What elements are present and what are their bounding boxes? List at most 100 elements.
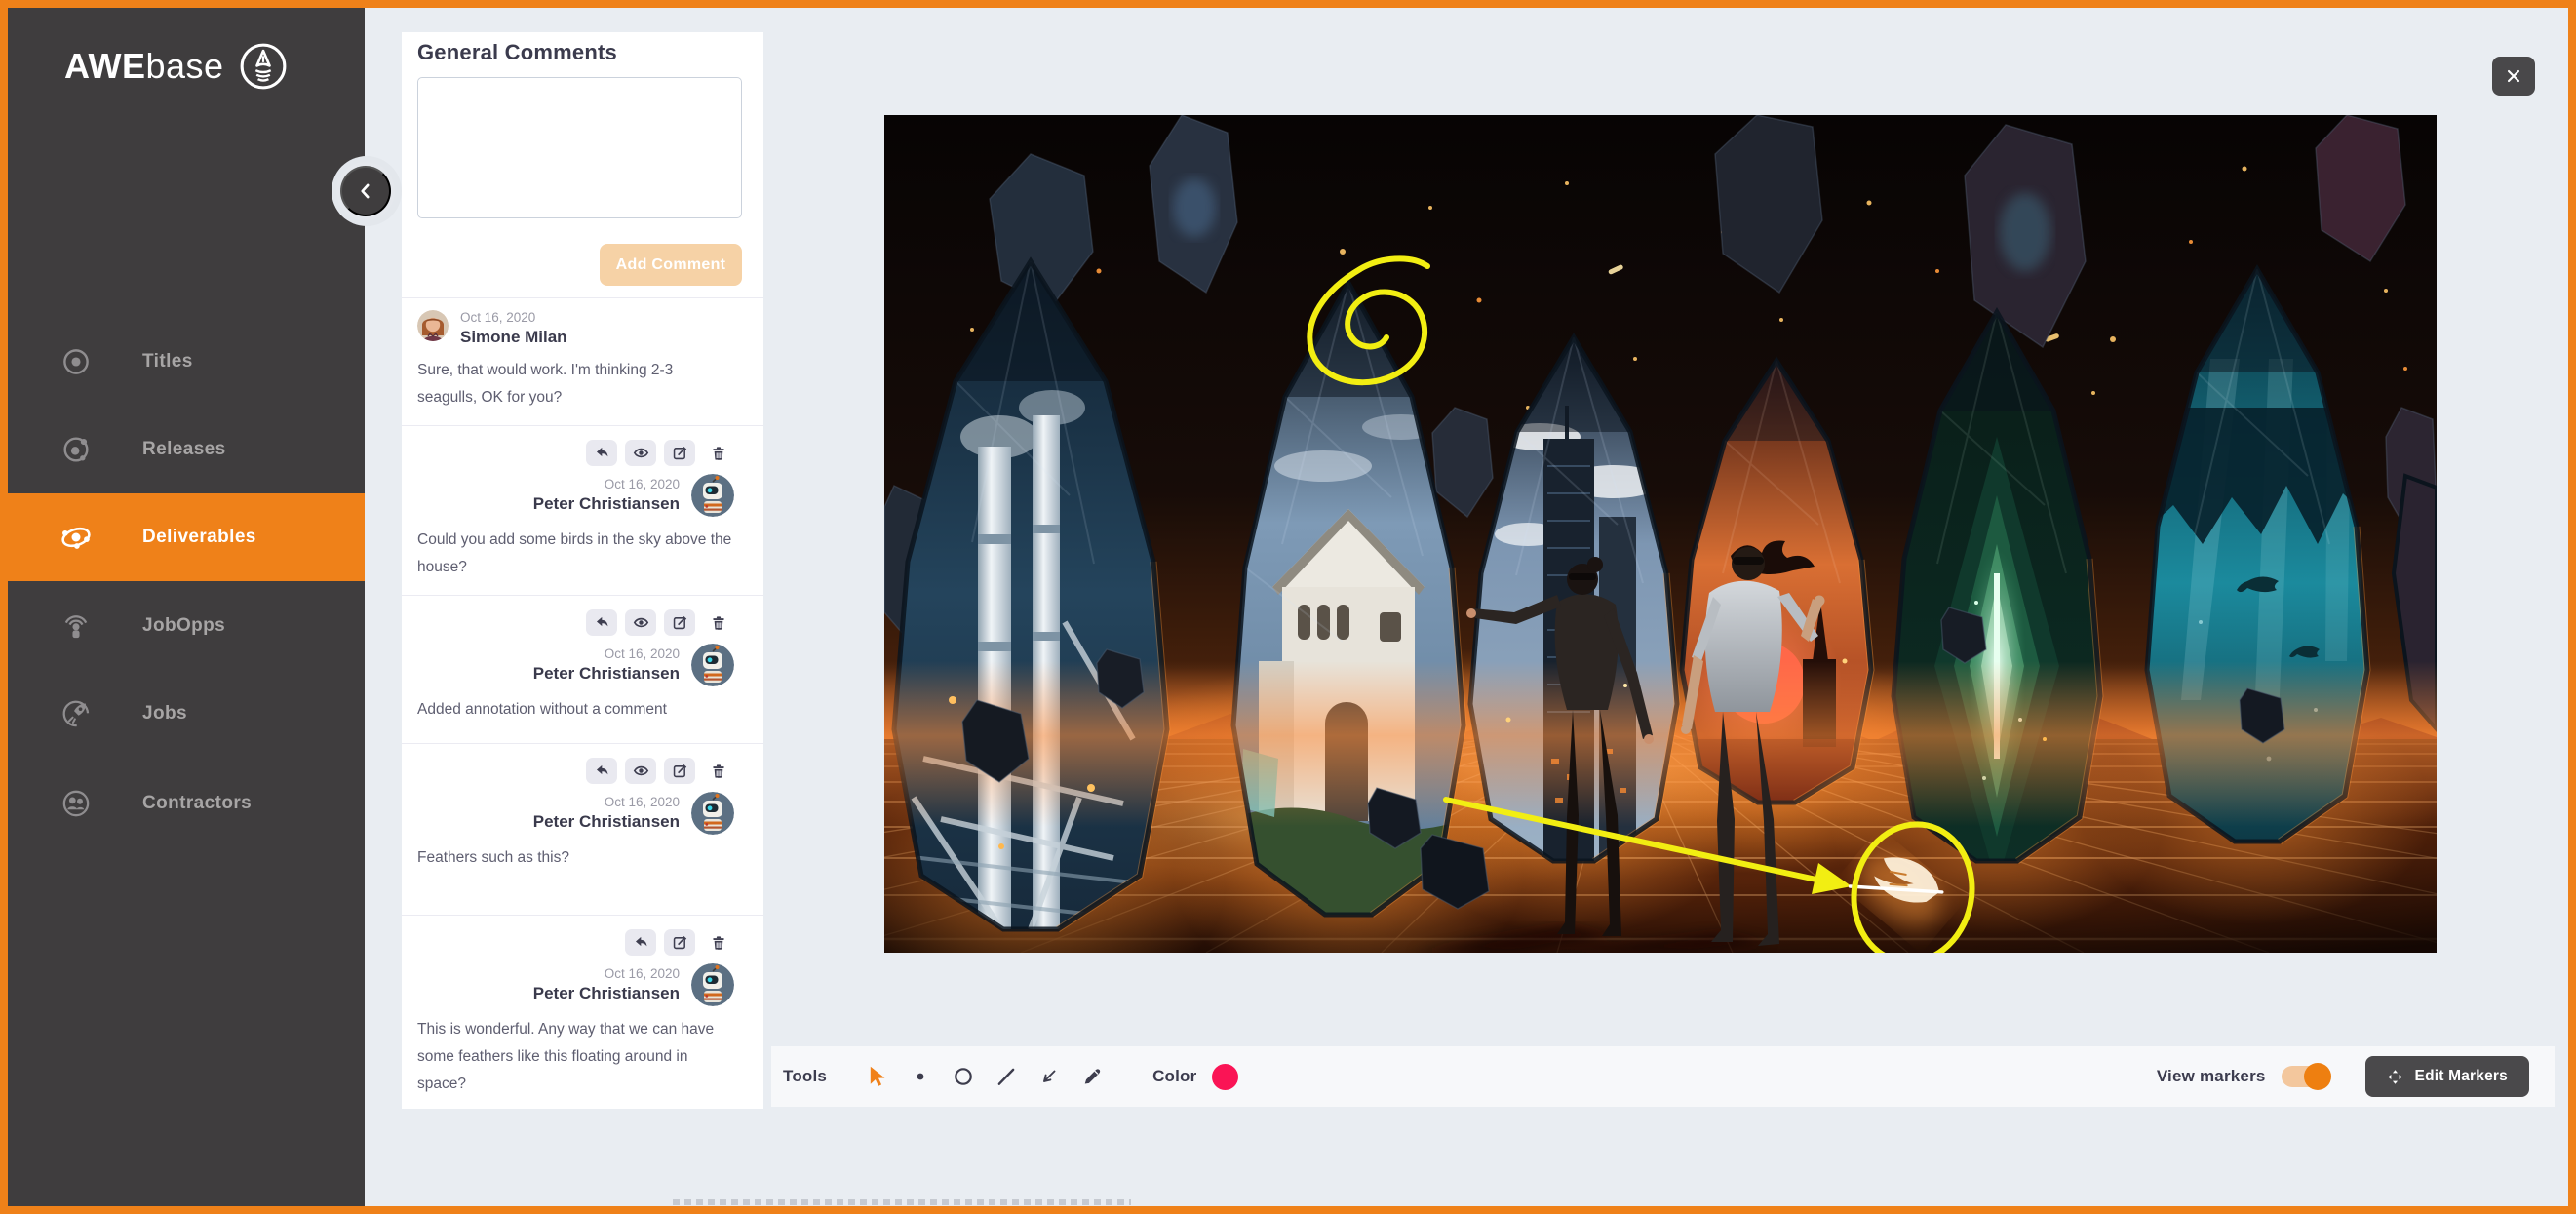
jobs-rocket-icon xyxy=(53,690,99,737)
delete-comment-button[interactable] xyxy=(703,609,734,636)
delete-comment-button[interactable] xyxy=(703,758,734,784)
tool-line-button[interactable] xyxy=(988,1058,1025,1095)
comment-text: Sure, that would work. I'm thinking 2-3 … xyxy=(417,357,734,411)
comment-text: Added annotation without a comment xyxy=(417,696,734,724)
comments-panel: General Comments Add Comment Oct 16, 202… xyxy=(402,32,763,1109)
trash-icon xyxy=(710,934,727,952)
comment-text: Feathers such as this? xyxy=(417,844,734,872)
comment-author: Peter Christiansen xyxy=(533,664,680,684)
tool-pencil-button[interactable] xyxy=(1073,1058,1111,1095)
reply-button[interactable] xyxy=(586,440,617,466)
pencil-icon xyxy=(1081,1066,1103,1087)
tool-dot-button[interactable] xyxy=(902,1058,939,1095)
comment-item: Oct 16, 2020 Simone Milan Sure, that wou… xyxy=(402,297,763,425)
view-annotation-button[interactable] xyxy=(625,609,656,636)
edit-markers-label: Edit Markers xyxy=(2415,1068,2508,1085)
sidebar-item-releases[interactable]: Releases xyxy=(8,406,365,493)
tool-cursor-button[interactable] xyxy=(859,1058,896,1095)
color-label: Color xyxy=(1152,1067,1196,1086)
sidebar-item-contractors[interactable]: Contractors xyxy=(8,760,365,847)
app-window: AWEbase Titles Releases Deliverables Job… xyxy=(0,0,2576,1214)
new-comment-input[interactable] xyxy=(417,77,742,218)
sidebar-item-label: Jobs xyxy=(142,703,187,724)
trash-icon xyxy=(710,614,727,632)
sidebar-item-jobopps[interactable]: JobOpps xyxy=(8,582,365,670)
comment-date: Oct 16, 2020 xyxy=(460,310,567,325)
sidebar-item-label: Releases xyxy=(142,439,226,460)
view-markers-toggle[interactable] xyxy=(2282,1066,2328,1087)
sidebar-item-jobs[interactable]: Jobs xyxy=(8,670,365,758)
sidebar-item-deliverables[interactable]: Deliverables xyxy=(8,493,365,581)
edit-icon xyxy=(672,445,688,461)
reply-icon xyxy=(594,614,610,631)
reply-icon xyxy=(633,934,649,951)
avatar-peter xyxy=(691,474,734,517)
sidebar: AWEbase Titles Releases Deliverables Job… xyxy=(8,8,365,1206)
eye-icon xyxy=(633,445,649,461)
reply-button[interactable] xyxy=(586,758,617,784)
reply-icon xyxy=(594,763,610,779)
brand-name: AWEbase xyxy=(64,46,224,87)
color-swatch-button[interactable] xyxy=(1212,1064,1238,1090)
comment-text: Could you add some birds in the sky abov… xyxy=(417,527,734,581)
cursor-icon xyxy=(866,1065,889,1088)
move-icon xyxy=(2387,1069,2403,1085)
line-icon xyxy=(995,1066,1017,1087)
delete-comment-button[interactable] xyxy=(703,929,734,956)
close-button[interactable] xyxy=(2492,57,2535,96)
toggle-knob xyxy=(2304,1063,2331,1090)
close-icon xyxy=(2504,66,2523,86)
sidebar-item-label: JobOpps xyxy=(142,615,225,637)
view-annotation-button[interactable] xyxy=(625,758,656,784)
comment-date: Oct 16, 2020 xyxy=(533,795,680,809)
edit-icon xyxy=(672,934,688,951)
tool-arrow-button[interactable] xyxy=(1031,1058,1068,1095)
edit-icon xyxy=(672,614,688,631)
view-annotation-button[interactable] xyxy=(625,440,656,466)
comment-date: Oct 16, 2020 xyxy=(533,966,680,981)
jobopps-icon xyxy=(53,603,99,649)
delete-comment-button[interactable] xyxy=(703,440,734,466)
deliverable-artwork-canvas[interactable] xyxy=(884,115,2437,953)
edit-comment-button[interactable] xyxy=(664,440,695,466)
comment-item: Oct 16, 2020 Peter Christiansen This is … xyxy=(402,915,763,1109)
comment-item: Oct 16, 2020 Peter Christiansen Could yo… xyxy=(402,425,763,595)
add-comment-button[interactable]: Add Comment xyxy=(600,244,742,286)
brand-name-bold: AWE xyxy=(64,46,146,86)
brand-name-light: base xyxy=(146,46,224,86)
brand-logo: AWEbase xyxy=(64,41,289,92)
comment-author: Simone Milan xyxy=(460,328,567,347)
reply-button[interactable] xyxy=(586,609,617,636)
avatar-peter xyxy=(691,963,734,1006)
view-markers-label: View markers xyxy=(2157,1067,2266,1086)
comment-date: Oct 16, 2020 xyxy=(533,646,680,661)
arrow-southwest-icon xyxy=(1039,1067,1059,1086)
eye-icon xyxy=(633,763,649,779)
reply-button[interactable] xyxy=(625,929,656,956)
trash-icon xyxy=(710,445,727,462)
comment-item: Oct 16, 2020 Peter Christiansen Added an… xyxy=(402,595,763,743)
comment-date: Oct 16, 2020 xyxy=(533,477,680,491)
circle-icon xyxy=(953,1066,974,1087)
sidebar-item-label: Contractors xyxy=(142,793,252,814)
comment-item: Oct 16, 2020 Peter Christiansen Feathers… xyxy=(402,743,763,915)
titles-icon xyxy=(53,338,99,385)
avatar-peter xyxy=(691,792,734,835)
deliverables-atom-icon xyxy=(53,514,99,561)
edit-comment-button[interactable] xyxy=(664,929,695,956)
comments-panel-title: General Comments xyxy=(417,40,617,65)
sidebar-collapse-button[interactable] xyxy=(340,166,391,216)
avatar-simone xyxy=(417,310,449,341)
chevron-left-icon xyxy=(355,180,376,202)
tool-circle-button[interactable] xyxy=(945,1058,982,1095)
comment-author: Peter Christiansen xyxy=(533,494,680,514)
sidebar-item-label: Titles xyxy=(142,351,193,372)
edit-comment-button[interactable] xyxy=(664,758,695,784)
trash-icon xyxy=(710,763,727,780)
sidebar-item-titles[interactable]: Titles xyxy=(8,318,365,406)
sidebar-item-label: Deliverables xyxy=(142,527,256,548)
reply-icon xyxy=(594,445,610,461)
edit-comment-button[interactable] xyxy=(664,609,695,636)
edit-markers-button[interactable]: Edit Markers xyxy=(2365,1056,2529,1097)
comment-author: Peter Christiansen xyxy=(533,984,680,1003)
